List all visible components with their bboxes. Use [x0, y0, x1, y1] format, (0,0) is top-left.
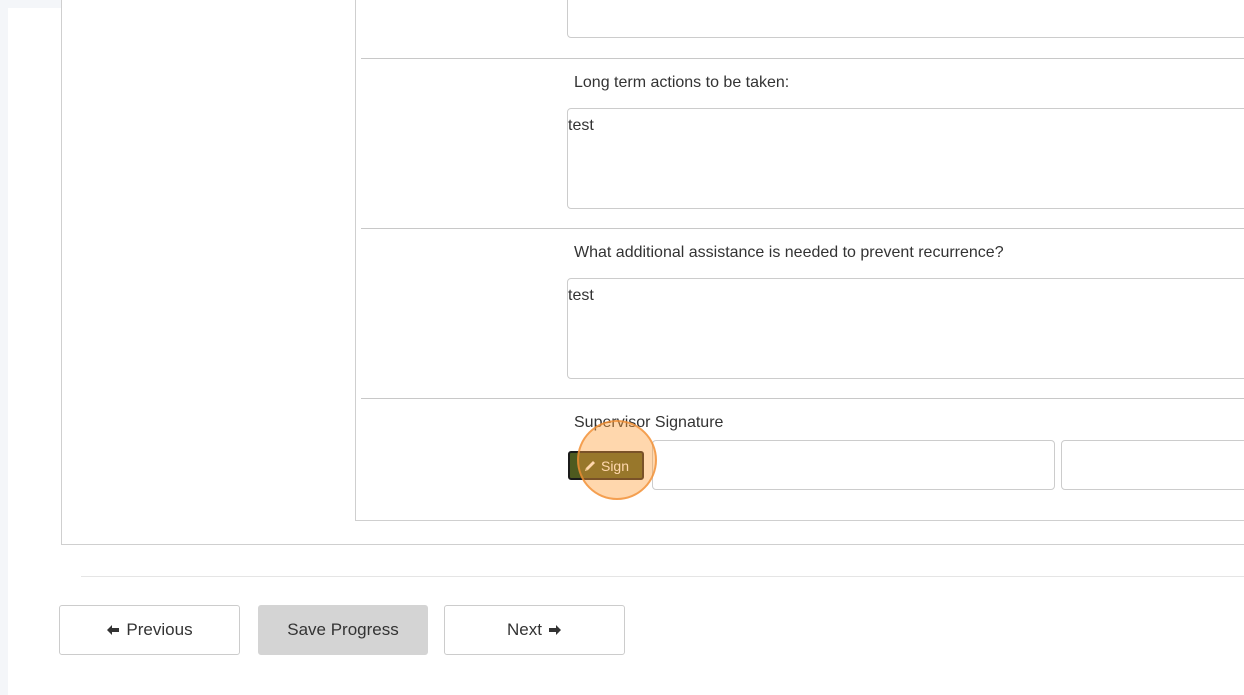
save-progress-button-label: Save Progress: [287, 620, 399, 639]
next-button[interactable]: Next: [444, 605, 625, 655]
long-term-actions-value: test: [568, 117, 594, 134]
form-page: Long term actions to be taken: test What…: [0, 0, 1244, 695]
previous-answer-textarea[interactable]: [567, 0, 1244, 38]
arrow-left-icon: [107, 625, 120, 635]
previous-button-label: Previous: [126, 620, 193, 639]
question-label-additional-assistance: What additional assistance is needed to …: [574, 244, 1004, 261]
sign-button[interactable]: Sign: [568, 451, 644, 480]
sign-button-label: Sign: [600, 457, 630, 474]
previous-button[interactable]: Previous: [59, 605, 240, 655]
supervisor-signature-label: Supervisor Signature: [574, 414, 724, 431]
row-divider: [361, 58, 1244, 59]
signature-name-field[interactable]: [652, 440, 1055, 490]
next-button-label: Next: [507, 620, 542, 639]
additional-assistance-value: test: [568, 287, 594, 304]
page-background-left: [0, 0, 8, 695]
row-divider: [361, 398, 1244, 399]
pencil-icon: [584, 460, 595, 471]
long-term-actions-textarea[interactable]: test: [567, 108, 1244, 209]
footer-divider: [81, 576, 1244, 577]
question-label-long-term-actions: Long term actions to be taken:: [574, 74, 790, 91]
row-divider: [361, 228, 1244, 229]
signature-date-field[interactable]: [1061, 440, 1244, 490]
save-progress-button[interactable]: Save Progress: [258, 605, 428, 655]
arrow-right-icon: [548, 625, 561, 635]
additional-assistance-textarea[interactable]: test: [567, 278, 1244, 379]
